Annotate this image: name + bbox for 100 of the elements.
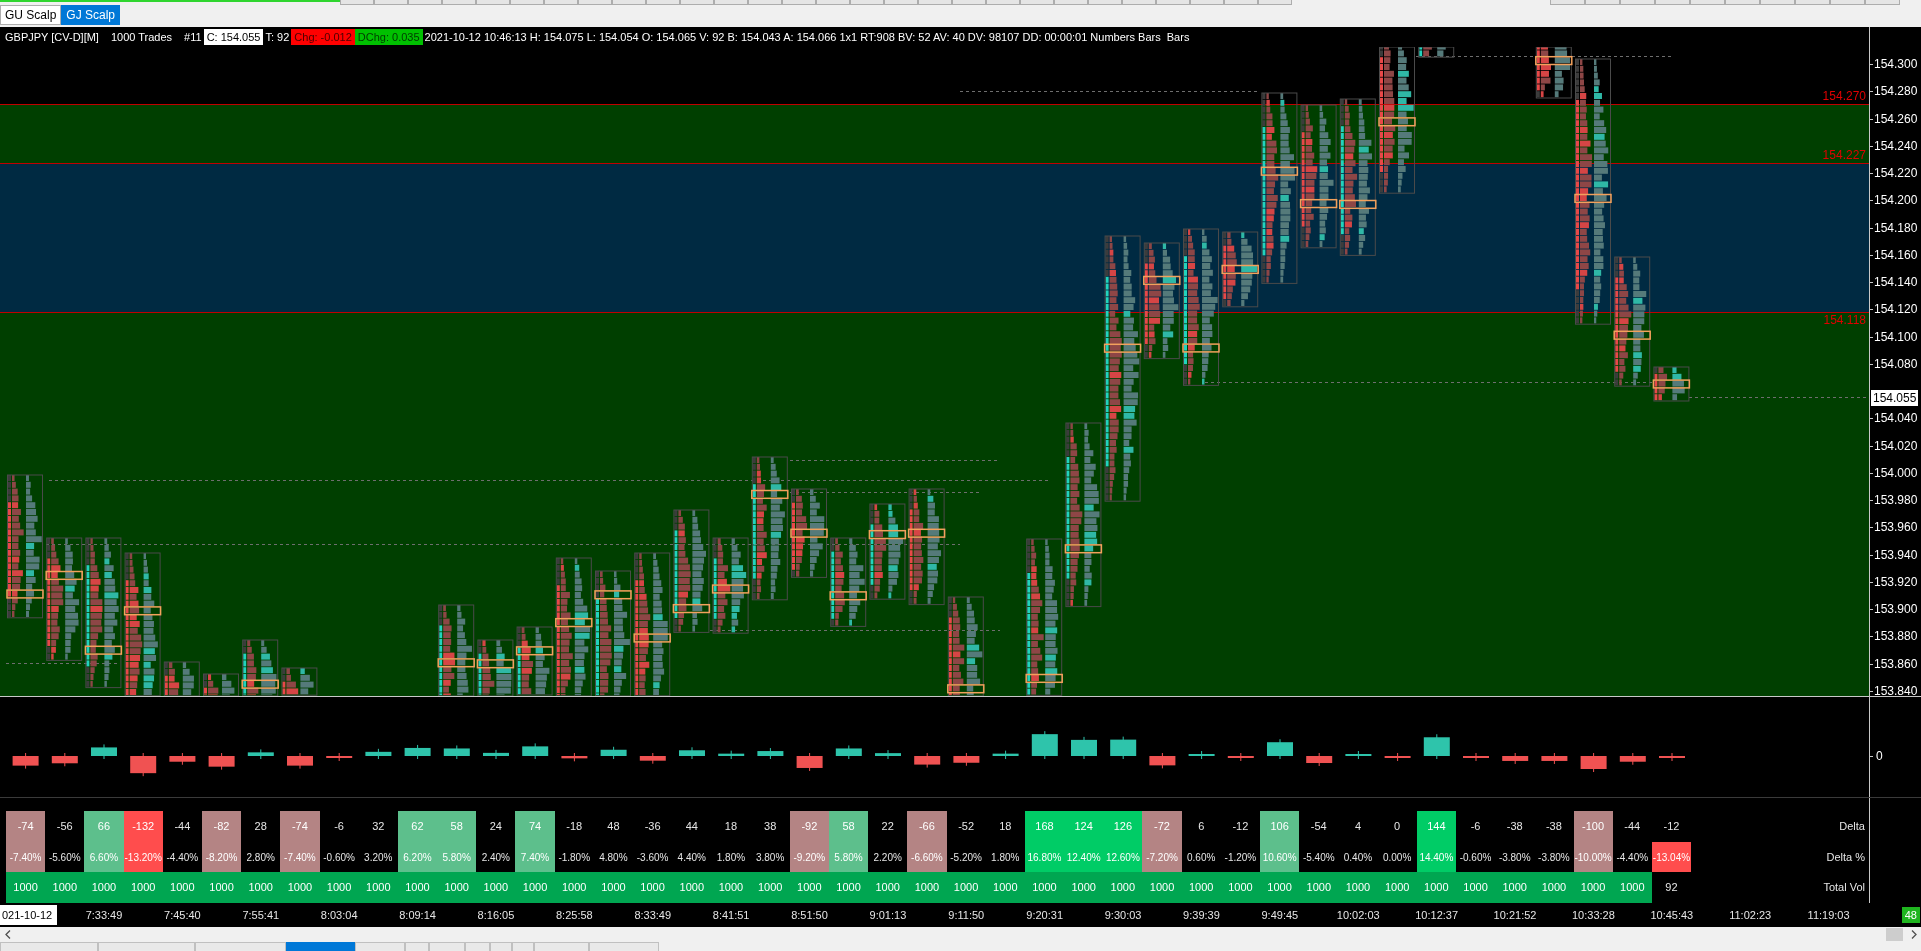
toolbar-button[interactable]	[782, 0, 816, 5]
table-cell-text: 32	[371, 819, 386, 835]
scrollbar-thumb[interactable]	[1886, 928, 1903, 941]
tab[interactable]: GU Scalp	[0, 5, 62, 25]
bottom-tab[interactable]	[405, 942, 429, 951]
toolbar-button[interactable]	[1830, 0, 1865, 5]
toolbar-button[interactable]	[1585, 0, 1620, 5]
toolbar-button[interactable]	[1690, 0, 1725, 5]
toolbar-button[interactable]	[884, 0, 918, 5]
toolbar-button[interactable]	[408, 0, 442, 5]
table-cell: 1000	[162, 872, 202, 903]
table-cell: 1000	[476, 872, 516, 903]
toolbar-button[interactable]	[1655, 0, 1690, 5]
table-cell: 1000	[672, 872, 712, 903]
toolbar-button[interactable]	[1725, 0, 1760, 5]
toolbar-button[interactable]	[578, 0, 612, 5]
bottom-tab[interactable]	[286, 942, 355, 951]
toolbar-button[interactable]	[1865, 0, 1900, 5]
table-cell: 1000	[828, 872, 869, 903]
toolbar-button[interactable]	[510, 0, 544, 5]
toolbar-button[interactable]	[544, 0, 578, 5]
toolbar-button[interactable]	[1156, 0, 1190, 5]
table-cell-text: -54	[1309, 819, 1328, 835]
table-cell-text: -38	[1505, 819, 1524, 835]
delta-bar	[1384, 752, 1411, 762]
bottom-tab[interactable]	[490, 942, 512, 951]
bottom-tab[interactable]	[355, 942, 405, 951]
toolbar-button[interactable]	[1224, 0, 1258, 5]
toolbar-button[interactable]	[442, 0, 476, 5]
table-cell: 1000	[84, 872, 124, 903]
table-cell: 124	[1064, 811, 1104, 842]
table-cell: 58	[828, 811, 869, 842]
toolbar-button[interactable]	[1190, 0, 1224, 5]
bottom-tab[interactable]	[589, 942, 659, 951]
time-label: 10:33:28	[1572, 907, 1615, 923]
toolbar-button[interactable]	[374, 0, 408, 5]
delta-bar	[1071, 736, 1097, 760]
delta-bar	[483, 749, 509, 760]
toolbar-button[interactable]	[1795, 0, 1830, 5]
table-cell: 7.40%	[515, 842, 555, 872]
table-cell: -13.04%	[1651, 842, 1692, 872]
bottom-tab[interactable]	[429, 942, 465, 951]
delta-bar	[1188, 750, 1215, 760]
toolbar-button[interactable]	[850, 0, 884, 5]
bottom-tab[interactable]	[98, 942, 195, 951]
bottom-tab[interactable]	[534, 942, 589, 951]
price-level-label: 154.270	[1822, 89, 1866, 103]
table-cell-text: 2.20%	[872, 850, 903, 865]
bottom-tab[interactable]	[465, 942, 490, 951]
toolbar-button[interactable]	[1122, 0, 1156, 5]
table-cell-text: 4.40%	[676, 850, 707, 865]
tab[interactable]: GJ Scalp	[61, 5, 121, 25]
toolbar-button[interactable]	[952, 0, 986, 5]
delta-bar	[1306, 752, 1333, 767]
toolbar-button[interactable]	[714, 0, 748, 5]
delta-bar	[679, 746, 705, 760]
time-label: 8:25:58	[556, 907, 593, 923]
toolbar-button[interactable]	[918, 0, 952, 5]
time-label: 9:01:13	[869, 907, 907, 923]
delta-bar	[1031, 730, 1058, 760]
toolbar-button[interactable]	[340, 0, 374, 5]
price-tick-label: 154.160	[1874, 247, 1918, 263]
toolbar-button[interactable]	[1620, 0, 1655, 5]
close-price-label: C: 154.055	[203, 29, 264, 45]
toolbar-button[interactable]	[1088, 0, 1122, 5]
price-tick-label: 154.040	[1874, 410, 1918, 426]
toolbar-button[interactable]	[986, 0, 1020, 5]
bottom-tab[interactable]	[195, 942, 286, 951]
bottom-tab[interactable]	[512, 942, 534, 951]
toolbar-button[interactable]	[748, 0, 782, 5]
time-label: 10:45:43	[1650, 907, 1694, 923]
table-cell-text: -3.60%	[635, 850, 670, 865]
delta-bar	[953, 752, 980, 767]
toolbar-button[interactable]	[816, 0, 850, 5]
table-cell-text: 6	[1197, 819, 1206, 835]
table-cell-text: 18	[723, 819, 739, 835]
delta-bar	[443, 744, 470, 760]
price-tick-label: 154.080	[1874, 356, 1918, 372]
toolbar-button[interactable]	[476, 0, 510, 5]
table-cell: 1000	[789, 872, 829, 903]
toolbar-button[interactable]	[1258, 0, 1292, 5]
toolbar-button[interactable]	[646, 0, 680, 5]
toolbar-button[interactable]	[1054, 0, 1088, 5]
time-label: 10:21:52	[1493, 907, 1537, 923]
table-cell-text: 48	[606, 819, 621, 835]
toolbar-button[interactable]	[1550, 0, 1585, 5]
table-cell: 1000	[1534, 872, 1574, 903]
delta-bar	[1345, 750, 1372, 760]
table-cell: 1000	[280, 872, 320, 903]
toolbar-button[interactable]	[1020, 0, 1054, 5]
table-cell: -7.20%	[1142, 842, 1182, 872]
toolbar-button[interactable]	[680, 0, 714, 5]
table-cell-text: 92	[1664, 880, 1679, 896]
table-cell: 1000	[241, 872, 281, 903]
toolbar-button[interactable]	[612, 0, 646, 5]
table-cell: 1000	[593, 872, 633, 903]
delta-bar	[365, 748, 392, 760]
table-cell-text: 0.40%	[1342, 850, 1374, 865]
time-label: 11:02:23	[1729, 907, 1772, 923]
toolbar-button[interactable]	[1760, 0, 1795, 5]
